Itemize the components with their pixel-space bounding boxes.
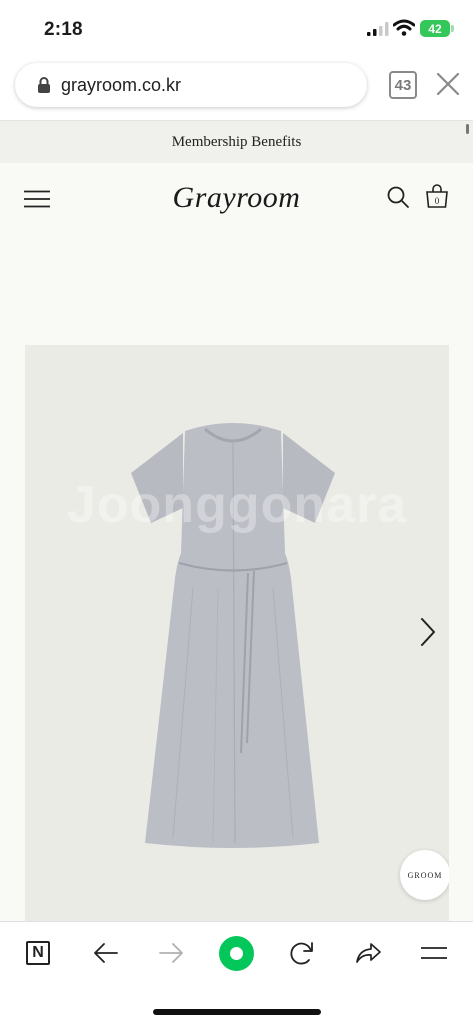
page-content: Joonggonara GROOM: [0, 233, 473, 921]
browser-address-row: grayroom.co.kr 43: [0, 58, 473, 121]
battery-cap: [451, 25, 454, 32]
membership-banner-label: Membership Benefits: [171, 133, 302, 150]
back-arrow-icon[interactable]: [92, 939, 120, 967]
shopping-bag-icon[interactable]: 0: [425, 183, 449, 209]
close-icon[interactable]: [436, 72, 460, 96]
naver-n-button[interactable]: N: [26, 941, 50, 965]
share-icon[interactable]: [354, 939, 382, 967]
chevron-right-icon[interactable]: [420, 617, 436, 647]
lock-icon: [38, 77, 50, 93]
menu-icon[interactable]: [420, 939, 448, 967]
browser-toolbar: N: [0, 921, 473, 1025]
cellular-signal-icon: [367, 22, 389, 36]
tab-switcher-button[interactable]: 43: [389, 71, 417, 99]
home-button[interactable]: [219, 936, 254, 971]
battery-level: 42: [428, 21, 442, 36]
refresh-icon[interactable]: [288, 939, 316, 967]
url-text: grayroom.co.kr: [61, 75, 182, 95]
product-image-carousel[interactable]: Joonggonara GROOM: [25, 345, 449, 921]
membership-banner[interactable]: Membership Benefits: [0, 121, 473, 163]
scrollbar[interactable]: [466, 124, 469, 134]
status-time: 2:18: [44, 19, 83, 40]
groom-badge-label: GROOM: [407, 870, 443, 880]
groom-chat-button[interactable]: GROOM: [400, 850, 449, 900]
address-bar[interactable]: grayroom.co.kr: [15, 63, 367, 107]
svg-text:0: 0: [435, 196, 440, 206]
tab-count-label: 43: [394, 76, 412, 94]
home-dot-icon: [230, 947, 243, 960]
search-icon[interactable]: [386, 185, 410, 209]
forward-arrow-icon[interactable]: [157, 939, 185, 967]
watermark-text: Joonggonara: [66, 476, 408, 534]
site-header: Grayroom 0: [0, 163, 473, 233]
battery-icon: 42: [420, 20, 450, 37]
status-bar: 2:18 42: [0, 0, 473, 58]
wifi-icon: [393, 19, 415, 36]
home-indicator: [153, 1009, 321, 1015]
